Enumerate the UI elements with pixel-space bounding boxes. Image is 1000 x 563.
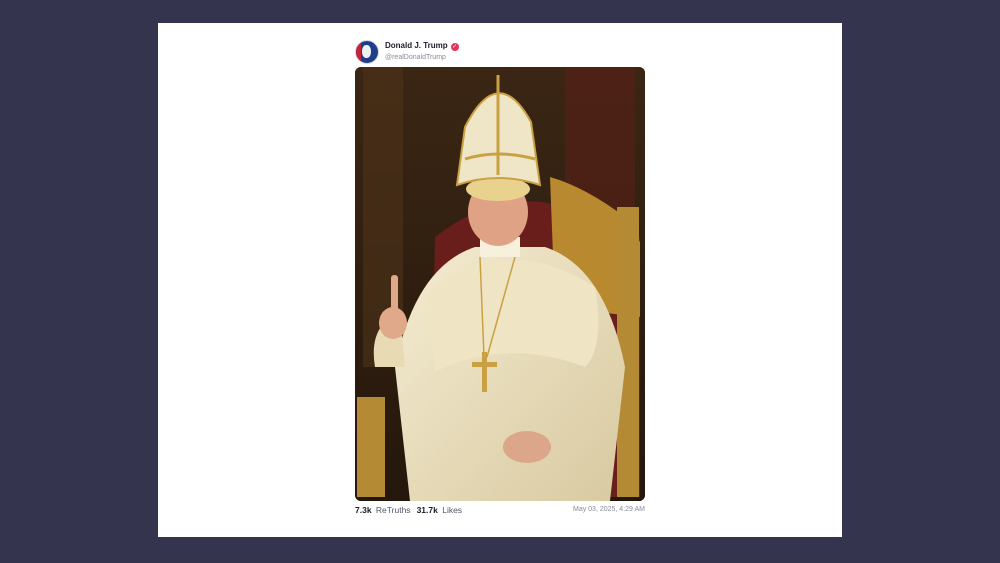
avatar-stripe	[356, 41, 361, 63]
retruths-count: 7.3k	[355, 505, 372, 515]
post-image[interactable]	[355, 67, 645, 501]
post-timestamp[interactable]: May 03, 2025, 4:29 AM	[573, 506, 645, 513]
post-header: Donald J. Trump ✓ @realDonaldTrump	[355, 40, 459, 64]
post-card: Donald J. Trump ✓ @realDonaldTrump 7.3k …	[158, 23, 842, 537]
avatar-portrait	[362, 45, 371, 58]
avatar[interactable]	[355, 40, 379, 64]
post-stats: 7.3k ReTruths 31.7k Likes	[355, 505, 468, 515]
likes-label: Likes	[442, 505, 463, 515]
display-name[interactable]: Donald J. Trump	[385, 41, 448, 51]
retruths-stat[interactable]: 7.3k ReTruths	[355, 505, 411, 515]
verified-badge-icon: ✓	[450, 42, 459, 51]
likes-stat[interactable]: 31.7k Likes	[417, 505, 463, 515]
handle[interactable]: @realDonaldTrump	[385, 54, 459, 62]
papal-portrait-image	[355, 67, 645, 501]
retruths-label: ReTruths	[375, 505, 411, 515]
display-name-row: Donald J. Trump ✓	[385, 41, 459, 51]
likes-count: 31.7k	[416, 505, 438, 515]
author-info: Donald J. Trump ✓ @realDonaldTrump	[385, 41, 459, 62]
